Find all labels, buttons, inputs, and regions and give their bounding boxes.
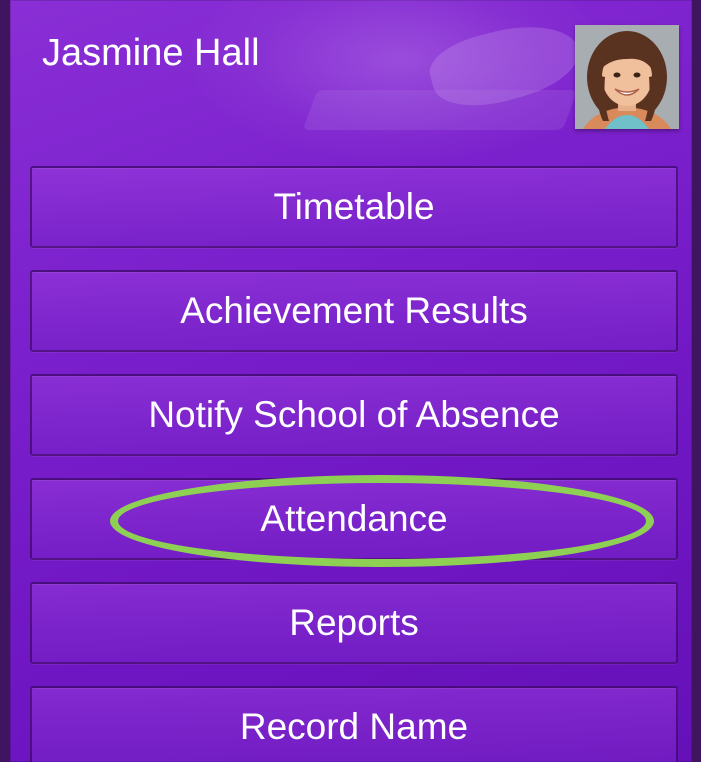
record-name-button[interactable]: Record Name — [30, 686, 678, 762]
notify-absence-button[interactable]: Notify School of Absence — [30, 374, 678, 456]
student-name: Jasmine Hall — [42, 32, 260, 74]
attendance-button[interactable]: Attendance — [30, 478, 678, 560]
timetable-button[interactable]: Timetable — [30, 166, 678, 248]
achievement-results-button[interactable]: Achievement Results — [30, 270, 678, 352]
app-screen: Jasmine Hall Timetable Achievement Resul… — [10, 0, 692, 762]
main-menu: Timetable Achievement Results Notify Sch… — [30, 166, 678, 762]
avatar-photo-icon — [575, 25, 679, 129]
reports-button[interactable]: Reports — [30, 582, 678, 664]
student-avatar[interactable] — [575, 25, 679, 129]
